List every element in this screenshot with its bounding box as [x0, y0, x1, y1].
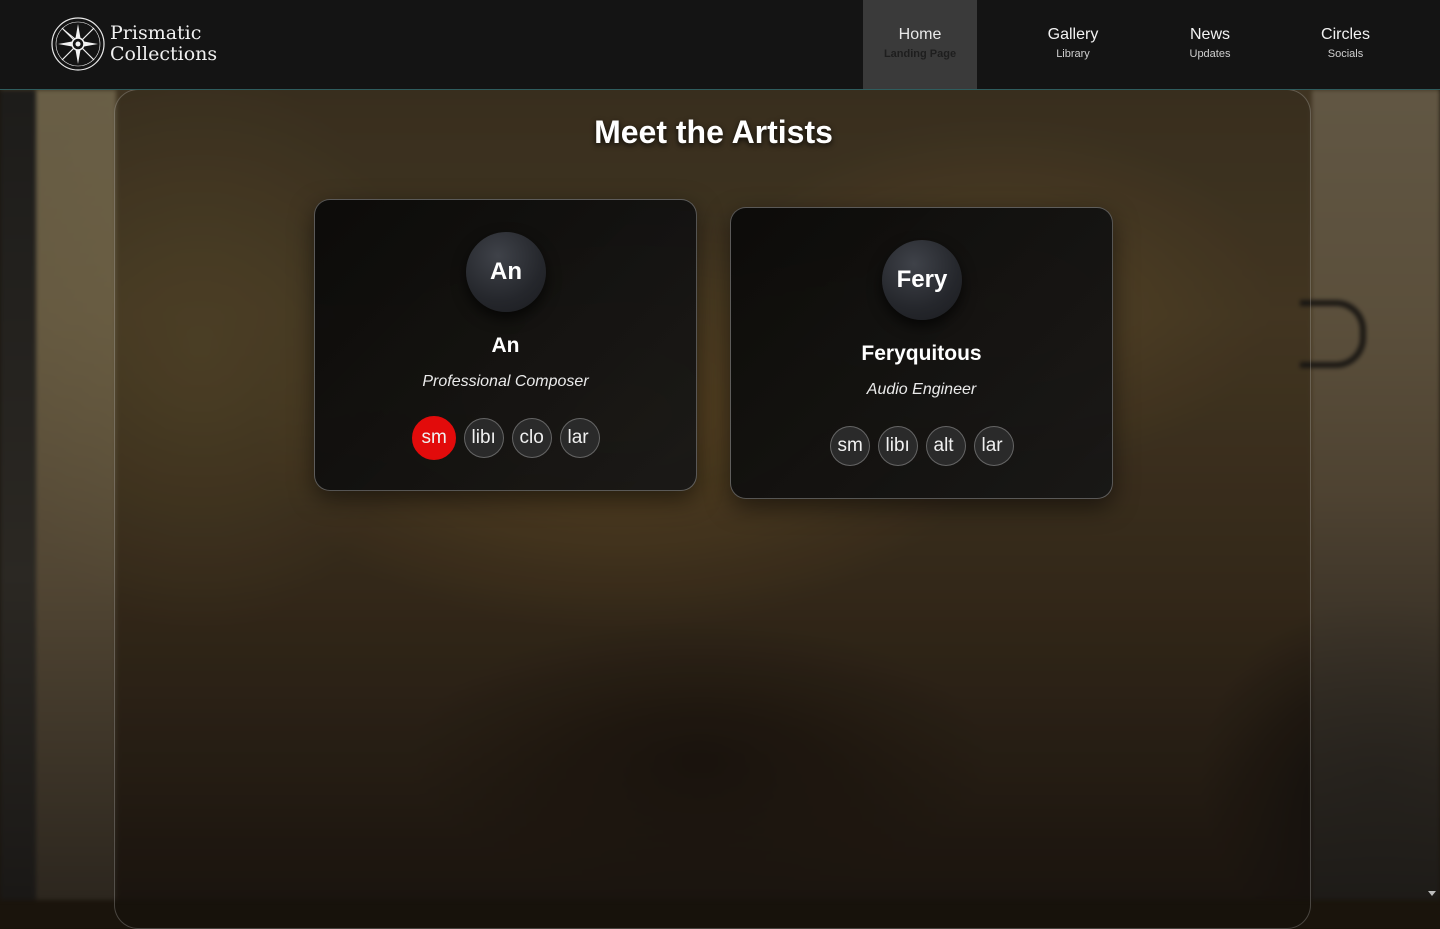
nav-gallery-sub: Library [1056, 48, 1090, 61]
social-link-lar[interactable]: lar [560, 418, 600, 458]
nav-circles-label: Circles [1321, 26, 1370, 44]
artist-name: An [315, 334, 696, 358]
social-link-lib[interactable]: libı [464, 418, 504, 458]
nav-news-label: News [1190, 26, 1230, 44]
social-link-lar[interactable]: lar [974, 426, 1014, 466]
page-title: Meet the Artists [115, 114, 1312, 151]
artists-panel: Meet the Artists An An Professional Comp… [114, 89, 1311, 929]
artist-card-an[interactable]: An An Professional Composer sm libı clo … [314, 199, 697, 491]
artist-name: Feryquitous [731, 342, 1112, 366]
nav-circles[interactable]: Circles Socials [1251, 0, 1440, 89]
site-logo[interactable]: Prismatic Collections [50, 16, 217, 72]
brand-line-2: Collections [110, 44, 217, 65]
nav-gallery[interactable]: Gallery Library [977, 0, 1169, 89]
social-links: sm libı clo lar [315, 418, 696, 460]
scroll-down-arrow-icon[interactable] [1428, 891, 1436, 896]
brand-name: Prismatic Collections [110, 23, 217, 65]
social-links: sm libı alt lar [731, 426, 1112, 466]
site-header: Prismatic Collections Home Landing Page … [0, 0, 1440, 90]
social-link-clo[interactable]: clo [512, 418, 552, 458]
artist-card-feryquitous[interactable]: Fery Feryquitous Audio Engineer sm libı … [730, 207, 1113, 499]
social-link-alt[interactable]: alt [926, 426, 966, 466]
nav-home[interactable]: Home Landing Page [863, 0, 977, 89]
nav-home-label: Home [899, 26, 942, 44]
social-link-lib[interactable]: libı [878, 426, 918, 466]
background-left-panel [36, 90, 116, 900]
social-link-sm[interactable]: sm [412, 416, 456, 460]
artist-role: Professional Composer [315, 373, 696, 391]
nav-gallery-label: Gallery [1048, 26, 1099, 44]
nav-news[interactable]: News Updates [1169, 0, 1251, 89]
main-nav: Home Landing Page Gallery Library News U… [863, 0, 1440, 89]
background-left-strip [0, 90, 36, 900]
nav-circles-sub: Socials [1328, 48, 1363, 61]
artist-role: Audio Engineer [731, 381, 1112, 399]
avatar: An [466, 232, 546, 312]
social-link-sm[interactable]: sm [830, 426, 870, 466]
brand-line-1: Prismatic [110, 23, 217, 44]
nav-news-sub: Updates [1190, 48, 1231, 61]
compass-star-logo-icon [50, 16, 106, 72]
avatar: Fery [882, 240, 962, 320]
background-right-panel [1312, 90, 1440, 900]
nav-home-sub: Landing Page [884, 48, 956, 61]
